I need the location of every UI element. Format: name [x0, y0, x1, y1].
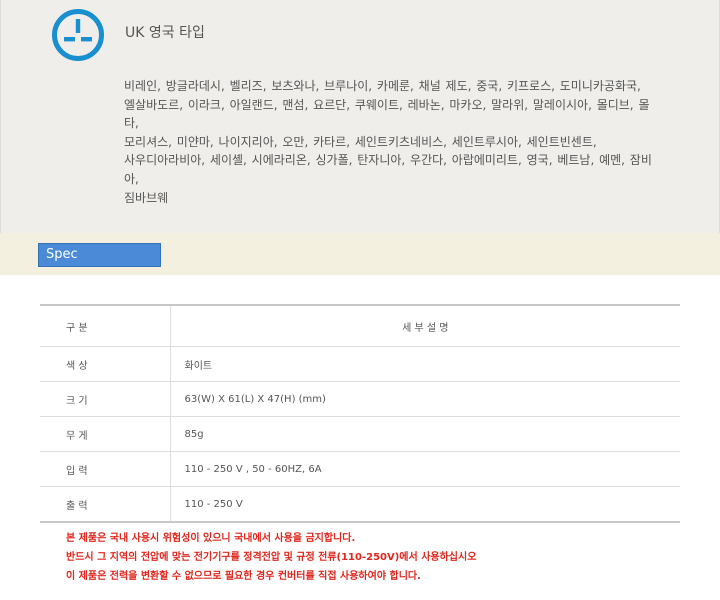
- country-list-line: 엘살바도르, 이라크, 아일랜드, 맨섬, 요르단, 쿠웨이트, 레바논, 마카…: [124, 97, 650, 131]
- header-desc: 세 부 설 명: [170, 305, 680, 347]
- country-list-line: 모리셔스, 미얀마, 나이지리아, 오만, 카타르, 세인트키츠네비스, 세인트…: [124, 134, 597, 149]
- table-row: 크 기 63(W) X 61(L) X 47(H) (mm): [40, 381, 680, 417]
- row-value: 63(W) X 61(L) X 47(H) (mm): [170, 381, 680, 417]
- table-row: 색 상 화이트: [40, 346, 680, 382]
- spec-tab: Spec: [38, 243, 161, 267]
- plug-type-title: UK 영국 타입: [125, 25, 205, 41]
- row-label: 출 력: [40, 486, 171, 523]
- row-value: 85g: [170, 416, 680, 452]
- notice-line: 반드시 그 지역의 전압에 맞는 전기기구를 정격전압 및 규정 전류(110-…: [66, 552, 477, 563]
- notice-line: 본 제품은 국내 사용시 위험성이 있으니 국내에서 사용을 금지합니다.: [66, 533, 356, 544]
- table-row: 입 력 110 - 250 V , 50 - 60HZ, 6A: [40, 451, 680, 487]
- header-label: 구 분: [40, 305, 171, 347]
- table-header-row: 구 분 세 부 설 명: [40, 305, 680, 347]
- country-list-line: 비레인, 방글라데시, 벨리즈, 보츠와나, 브루나이, 카메룬, 채널 제도,…: [124, 79, 641, 93]
- table-row: 출 력 110 - 250 V: [40, 486, 680, 523]
- row-value: 화이트: [170, 346, 680, 382]
- row-label: 크 기: [40, 381, 171, 417]
- table-row: 무 게 85g: [40, 416, 680, 452]
- country-list-line: 짐바브웨: [124, 190, 169, 205]
- country-list-line: 사우디아라비아, 세이셸, 시에라리온, 싱가폴, 탄자니아, 우간다, 아랍에…: [124, 153, 652, 186]
- row-label: 입 력: [40, 451, 171, 487]
- row-value: 110 - 250 V: [170, 486, 680, 523]
- plug-info-section: UK 영국 타입 비레인, 방글라데시, 벨리즈, 보츠와나, 브루나이, 카메…: [0, 0, 720, 233]
- safety-notice: 본 제품은 국내 사용시 위험성이 있으니 국내에서 사용을 금지합니다. 반드…: [66, 529, 686, 586]
- uk-plug-icon: [52, 9, 104, 61]
- notice-line: 이 제품은 전력을 변환할 수 없으므로 필요한 경우 컨버터를 직접 사용하여…: [66, 571, 421, 582]
- row-value: 110 - 250 V , 50 - 60HZ, 6A: [170, 451, 680, 487]
- row-label: 색 상: [40, 346, 171, 382]
- country-list: 비레인, 방글라데시, 벨리즈, 보츠와나, 브루나이, 카메룬, 채널 제도,…: [124, 77, 664, 207]
- row-label: 무 게: [40, 416, 171, 452]
- spec-table: 구 분 세 부 설 명 색 상 화이트 크 기 63(W) X 61(L) X …: [40, 304, 680, 523]
